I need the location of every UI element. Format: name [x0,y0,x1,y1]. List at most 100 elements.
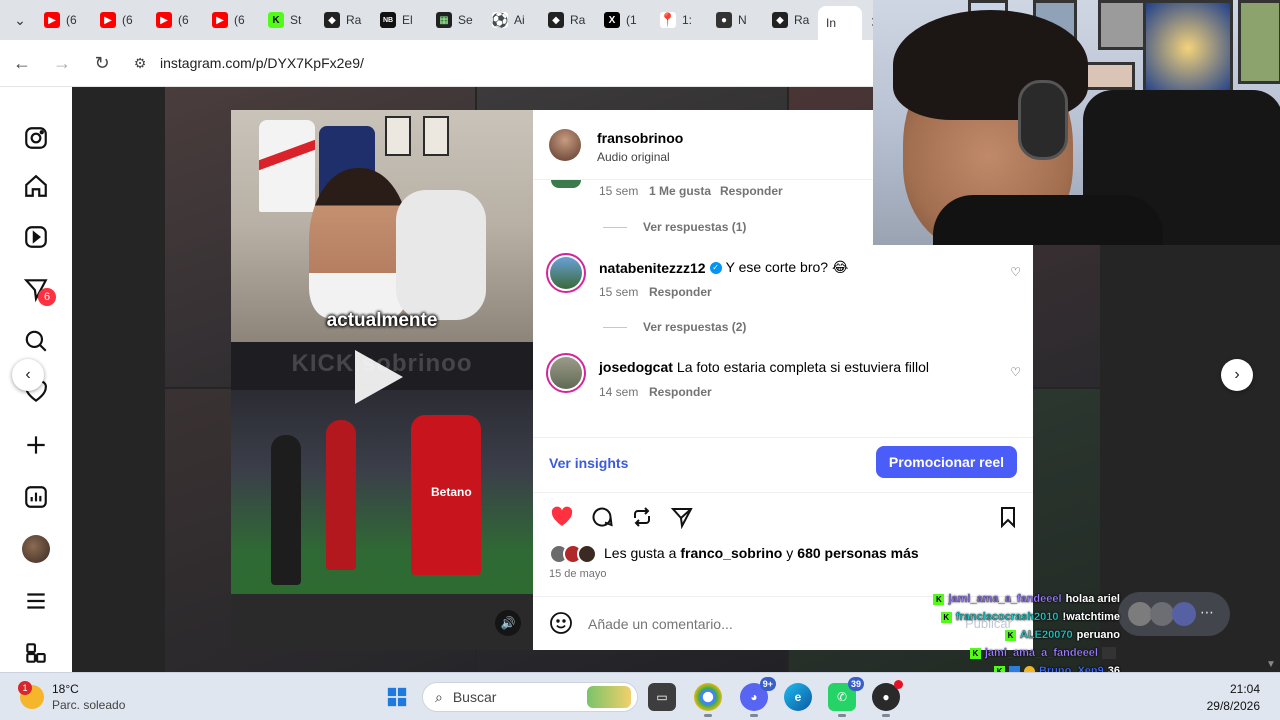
like-comment-icon[interactable]: ♡ [1010,365,1021,379]
tab-13[interactable]: ● N [706,5,762,35]
maps-icon: 📍 [659,12,677,28]
taskbar-search[interactable]: ⌕ Buscar [422,682,638,712]
tab-search-button[interactable]: ⌄ [6,6,34,34]
home-icon[interactable] [22,172,50,200]
tab-11[interactable]: X (1 [594,5,650,35]
play-icon[interactable] [355,350,403,404]
tab-4[interactable]: ▶ (6 [202,5,258,35]
x-icon: X [604,12,620,28]
reels-icon[interactable] [22,223,50,251]
reply-button[interactable]: Responder [649,285,712,299]
shield-icon: ◆ [548,12,564,28]
reload-button[interactable]: ↻ [84,45,120,81]
like-heart-icon[interactable] [549,504,575,530]
url-field[interactable]: ⚙ instagram.com/p/DYX7KpFx2e9/ [130,46,873,80]
tab-6[interactable]: ◆ Ra [314,5,370,35]
tab-active-instagram[interactable]: In ✕ [818,6,882,40]
author-username[interactable]: fransobrinoo [597,130,683,146]
tab-label: N [738,13,747,27]
commenter-username[interactable]: josedogcat [599,359,673,375]
comment-icon[interactable] [589,504,615,530]
video-frame-top [231,110,533,342]
repost-icon[interactable] [629,504,655,530]
liker-username[interactable]: franco_sobrino [680,545,782,561]
save-bookmark-icon[interactable] [995,504,1021,530]
create-plus-icon[interactable] [22,431,50,459]
more-apps-icon[interactable] [22,639,50,667]
search-label: Buscar [452,689,497,705]
view-insights-link[interactable]: Ver insights [549,455,628,471]
likes-count[interactable]: 680 personas más [797,545,918,561]
tab-label: 1: [682,13,693,27]
chat-text: !watchtime [1062,611,1120,623]
edge-icon[interactable]: e [784,683,812,711]
tab-3[interactable]: ▶ (6 [146,5,202,35]
scroll-down-arrow[interactable]: ▼ [1266,659,1276,670]
volume-icon[interactable]: 🔊 [495,610,521,636]
reel-video[interactable]: actualmente KICK sobrinoo Betano 🔊 [231,110,533,650]
commenter-avatar[interactable] [546,353,586,393]
share-send-icon[interactable] [669,504,695,530]
promote-reel-button[interactable]: Promocionar reel [876,446,1017,478]
next-post-button[interactable]: › [1221,359,1253,391]
commenter-avatar[interactable] [551,180,581,188]
search-highlight-icon [587,686,631,708]
url-text: instagram.com/p/DYX7KpFx2e9/ [160,55,364,71]
tab-5[interactable]: K St [258,5,314,35]
like-comment-icon[interactable]: ♡ [1010,265,1021,279]
whatsapp-icon[interactable]: ✆ 39 [828,677,864,717]
likes-conjunction: y [786,545,794,561]
insights-dashboard-icon[interactable] [22,483,50,511]
view-replies-button[interactable]: Ver respuestas (2) [643,320,746,334]
wall-poster [1098,0,1146,50]
tab-14[interactable]: ◆ Ra [762,5,818,35]
reaction-avatars-pill: ⋯ [1118,592,1230,636]
tab-label: (6 [122,13,133,27]
youtube-icon: ▶ [156,12,172,28]
tab-7[interactable]: NB El [370,5,426,35]
search-icon[interactable] [22,327,50,355]
previous-post-button[interactable]: ‹ [12,359,44,391]
weather-widget[interactable]: 1 18°C Parc. soleado [18,681,126,713]
reply-button[interactable]: Responder [720,184,783,198]
discord-icon[interactable]: ◕ 9+ [740,677,776,717]
author-avatar[interactable] [549,129,581,161]
system-clock[interactable]: 21:04 29/8/2026 [1207,681,1260,715]
instagram-logo-icon[interactable] [22,124,50,152]
tab-9[interactable]: ⚽ Ai [482,5,538,35]
commenter-avatar[interactable] [546,253,586,293]
forward-button[interactable]: → [44,45,80,81]
liked-by-avatars[interactable] [549,544,601,564]
address-bar-row: ← → ↻ ⚙ instagram.com/p/DYX7KpFx2e9/ [0,40,873,87]
player-figure [326,420,356,570]
wall-poster [1238,0,1280,84]
menu-hamburger-icon[interactable] [22,587,50,615]
profile-avatar[interactable] [22,535,50,563]
audio-label[interactable]: Audio original [597,150,670,164]
kick-icon: K [933,593,945,605]
video-caption: actualmente [326,310,438,331]
chrome-icon[interactable] [694,683,722,717]
comment-likes[interactable]: 1 Me gusta [649,184,711,198]
tab-2[interactable]: ▶ (6 [90,5,146,35]
emoji-icon[interactable] [549,611,573,635]
tab-1[interactable]: ▶ (6 [34,5,90,35]
obs-icon[interactable]: ● [872,680,903,717]
reply-button[interactable]: Responder [649,385,712,399]
view-replies-button[interactable]: Ver respuestas (1) [643,220,746,234]
tab-10[interactable]: ◆ Ra [538,5,594,35]
file-explorer-icon[interactable]: ▭ [648,683,676,711]
site-info-icon[interactable]: ⚙ [130,53,150,73]
back-button[interactable]: ← [4,45,40,81]
tab-12[interactable]: 📍 1: [650,5,706,35]
comment-input[interactable] [588,611,888,637]
commenter-username[interactable]: natabenitezzz12 [599,260,706,276]
chat-text: peruano [1076,629,1120,641]
windows-start-icon[interactable] [383,683,411,711]
tab-8[interactable]: ▦ Se [426,5,482,35]
news-icon: NB [380,12,396,28]
tab-label: Se [458,13,473,27]
weather-condition: Parc. soleado [52,698,126,712]
weather-badge: 1 [18,681,32,695]
comment-line: josedogcat La foto estaria completa si e… [599,359,929,375]
